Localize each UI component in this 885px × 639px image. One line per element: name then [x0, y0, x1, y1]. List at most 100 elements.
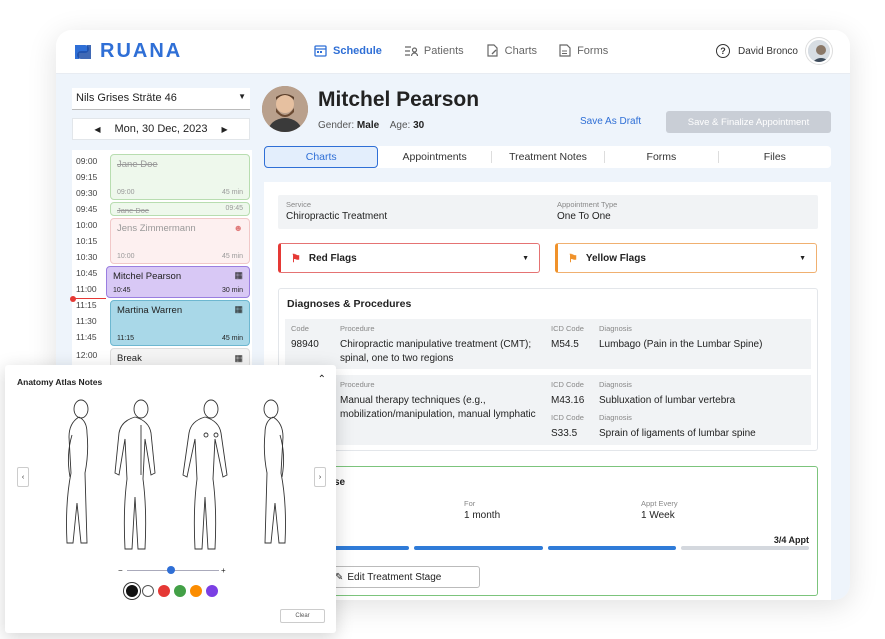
anatomy-atlas-panel: Anatomy Atlas Notes ⌃ ‹ › − + Clear — [5, 365, 336, 633]
time-slot: 11:45 — [76, 332, 97, 342]
collapse-icon[interactable]: ⌃ — [318, 374, 326, 385]
appointment-card[interactable]: Jane Doe 09:45 — [110, 202, 250, 216]
patient-name: Mitchel Pearson — [318, 88, 480, 111]
red-flags-label: Red Flags — [308, 252, 357, 264]
time-slot: 09:30 — [76, 188, 98, 198]
edit-treatment-stage-label: Edit Treatment Stage — [347, 571, 442, 583]
chevron-right-icon: › — [318, 473, 322, 481]
age-label: Age: — [389, 120, 411, 131]
save-draft-button[interactable]: Save As Draft — [580, 116, 641, 127]
help-icon[interactable]: ? — [715, 44, 730, 58]
gender-label: Gender: — [318, 120, 355, 131]
caret-down-icon: ▼ — [522, 254, 529, 262]
service-value: Chiropractic Treatment — [286, 211, 388, 222]
prev-day-icon[interactable]: ◀ — [94, 125, 100, 134]
anatomy-atlas-title: Anatomy Atlas Notes — [17, 377, 103, 387]
tab-files[interactable]: Files — [719, 146, 831, 168]
icd-value: M54.5 — [551, 339, 579, 350]
appointment-name: Break — [117, 353, 142, 364]
color-swatch[interactable] — [190, 585, 202, 597]
diagnoses-procedures: Diagnoses & Procedures Code 98940 Proced… — [278, 288, 818, 451]
prev-view-button[interactable]: ‹ — [17, 467, 29, 487]
nav-charts[interactable]: Charts — [486, 44, 537, 57]
next-view-button[interactable]: › — [314, 467, 326, 487]
appointment-card[interactable]: Martina Warren ▦ 11:15 45 min — [110, 300, 250, 346]
color-swatch[interactable] — [206, 585, 218, 597]
procedure-value: spinal, one to two regions — [340, 353, 454, 364]
tab-forms[interactable]: Forms — [605, 146, 717, 168]
code-value: 98940 — [291, 339, 319, 350]
diagnosis-value: Lumbago (Pain in the Lumbar Spine) — [599, 339, 763, 350]
nav-schedule[interactable]: Schedule — [314, 44, 382, 57]
appointment-duration: 45 min — [221, 189, 243, 196]
time-slot: 11:30 — [76, 316, 97, 326]
pencil-icon: ✎ — [335, 571, 344, 583]
appointment-duration: 45 min — [221, 253, 243, 260]
forms-icon — [559, 44, 571, 57]
size-decrease[interactable]: − — [118, 566, 123, 575]
calendar-icon: ▦ — [234, 270, 243, 280]
appointment-name: Mitchel Pearson — [113, 271, 182, 282]
color-swatch[interactable] — [126, 585, 138, 597]
tab-treatment-notes[interactable]: Treatment Notes — [492, 146, 604, 168]
edit-treatment-stage-button[interactable]: ✎ Edit Treatment Stage — [326, 566, 480, 588]
tab-charts[interactable]: Charts — [264, 146, 379, 168]
yellow-flags-dropdown[interactable]: ⚑ Yellow Flags ▼ — [555, 243, 817, 273]
day-schedule: 09:00 09:15 09:30 09:45 10:00 10:15 10:3… — [70, 150, 252, 380]
appointment-duration: 30 min — [221, 287, 243, 294]
size-increase[interactable]: + — [221, 566, 226, 575]
finalize-button[interactable]: Save & Finalize Appointment — [666, 111, 831, 133]
date-value: Mon, 30 Dec, 2023 — [114, 123, 208, 135]
brush-size-handle[interactable] — [167, 566, 175, 574]
time-slot: 10:45 — [76, 268, 98, 278]
clear-button[interactable]: Clear — [280, 609, 325, 623]
for-value: 1 month — [464, 510, 501, 521]
appt-every-value: 1 Week — [641, 510, 675, 521]
icd-label: ICD Code — [551, 413, 584, 422]
appt-every-label: Appt Every — [641, 499, 678, 508]
appointment-card-selected[interactable]: Mitchel Pearson ▦ 10:45 30 min — [106, 266, 250, 298]
diagnoses-title: Diagnoses & Procedures — [287, 298, 412, 310]
user-avatar[interactable] — [806, 38, 832, 64]
nav-patients-label: Patients — [423, 44, 464, 57]
progress-segment — [414, 546, 543, 550]
appointment-type-label: Appointment Type — [557, 200, 618, 209]
icd-value: S33.5 — [551, 428, 578, 439]
diagnosis-value: Sprain of ligaments of lumbar spine — [599, 428, 756, 439]
location-select[interactable]: Nils Grises Sträte 46 ▼ — [72, 88, 250, 110]
appointment-card[interactable]: Jens Zimmermann ☻ 10:00 45 min — [110, 218, 250, 264]
date-picker: ◀ Mon, 30 Dec, 2023 ▶ — [72, 118, 250, 140]
appointment-name: Jane Doe — [117, 159, 158, 170]
body-figures-canvas[interactable] — [45, 395, 305, 555]
nav-forms-label: Forms — [577, 44, 609, 57]
time-slot: 11:15 — [76, 300, 97, 310]
color-swatch[interactable] — [142, 585, 154, 597]
appointment-start: 10:00 — [117, 253, 135, 260]
location-value: Nils Grises Sträte 46 — [76, 92, 177, 104]
current-time-dot — [70, 296, 76, 302]
yellow-flags-label: Yellow Flags — [585, 252, 646, 264]
user-menu[interactable]: ? David Bronco — [715, 38, 832, 64]
diagnosis-row[interactable]: Procedure Manual therapy techniques (e.g… — [285, 375, 811, 445]
diagnosis-label: Diagnosis — [599, 324, 632, 333]
appointment-name: Martina Warren — [117, 305, 183, 316]
patient-avatar — [262, 86, 308, 132]
patients-icon — [404, 45, 418, 56]
gender-value: Male — [356, 120, 380, 131]
brand-logo[interactable]: RUANA — [72, 40, 182, 63]
appointment-card[interactable]: Jane Doe 09:00 45 min — [110, 154, 250, 200]
color-swatch[interactable] — [158, 585, 170, 597]
charts-icon — [487, 44, 498, 57]
time-slot: 10:00 — [76, 220, 98, 230]
red-flags-dropdown[interactable]: ⚑ Red Flags ▼ — [278, 243, 540, 273]
nav-forms[interactable]: Forms — [559, 44, 608, 57]
diagnosis-row[interactable]: Code 98940 Procedure Chiropractic manipu… — [285, 319, 811, 369]
color-swatch[interactable] — [174, 585, 186, 597]
next-day-icon[interactable]: ▶ — [221, 125, 227, 134]
calendar-icon: ▦ — [234, 304, 243, 314]
diagnosis-label: Diagnosis — [599, 380, 632, 389]
tab-appointments[interactable]: Appointments — [378, 146, 490, 168]
time-slot: 09:45 — [76, 204, 98, 214]
nav-patients[interactable]: Patients — [404, 44, 464, 57]
logo-icon — [75, 44, 91, 59]
